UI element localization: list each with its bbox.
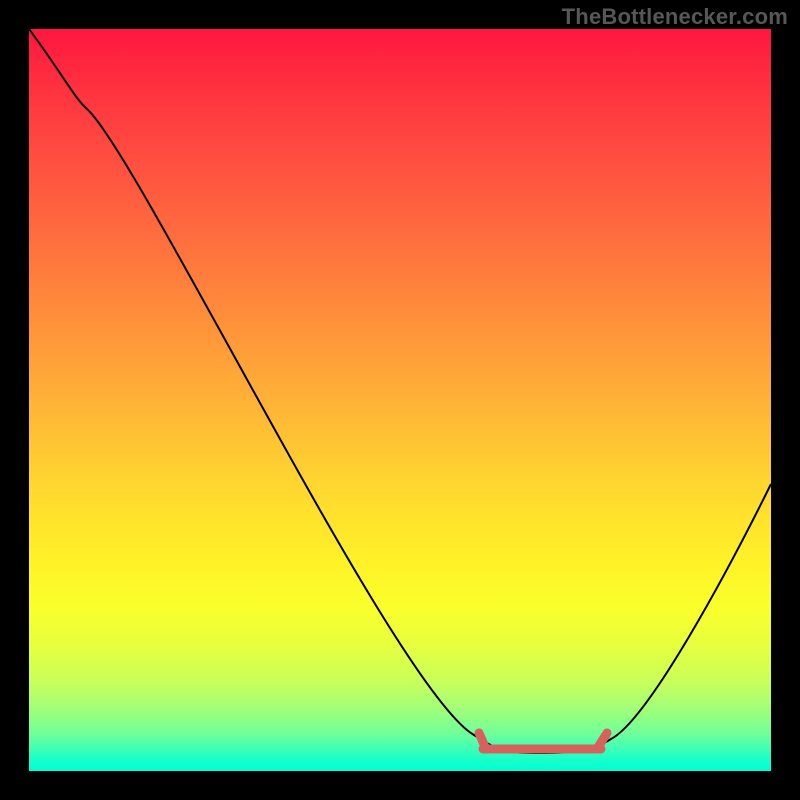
- chart-frame: TheBottlenecker.com: [0, 0, 800, 800]
- valley-tick-left: [479, 733, 486, 749]
- curve-svg: [29, 29, 771, 771]
- plot-area: [29, 29, 771, 771]
- valley-tick-right: [597, 733, 607, 749]
- watermark-text: TheBottlenecker.com: [562, 4, 788, 30]
- curve-path: [29, 29, 771, 753]
